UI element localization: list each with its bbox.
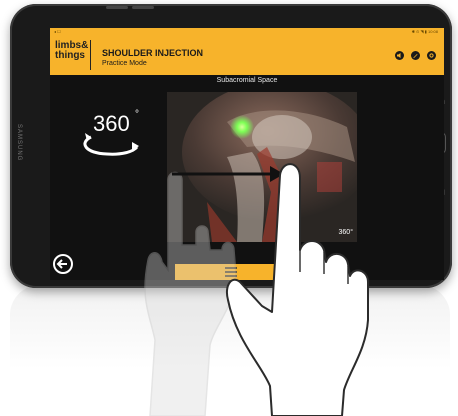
sound-icon[interactable] [395, 51, 404, 60]
header-divider [90, 40, 91, 70]
back-arrow-icon[interactable] [52, 253, 74, 275]
app-header: limbs& things SHOULDER INJECTION Practic… [50, 35, 444, 75]
section-title: Subacromial Space [216, 77, 278, 84]
settings-icon[interactable] [427, 51, 436, 60]
mode-label: Practice Mode [102, 60, 147, 67]
pen-icon[interactable] [411, 51, 420, 60]
rotate-badge: 360° [338, 229, 353, 236]
rotate-360-indicator: 360 ° [77, 109, 143, 157]
tablet-device: SAMSUNG ᑎ ▯ ◂ ☐ ✱ ⊙ ◥ ▮ 10:08 limbs& thi… [10, 4, 452, 288]
device-brand: SAMSUNG [16, 124, 22, 162]
rotate-arrows-icon [83, 133, 139, 156]
anatomy-3d-viewer[interactable]: 360° [167, 92, 357, 242]
brand-logo: limbs& things [55, 41, 88, 61]
status-bar: ◂ ☐ ✱ ⊙ ◥ ▮ 10:08 [50, 28, 444, 35]
logo-line-2: things [55, 50, 85, 61]
page-title: SHOULDER INJECTION [102, 48, 204, 58]
power-button [132, 6, 154, 9]
volume-button [106, 6, 128, 9]
table-reflection [10, 285, 450, 405]
list-menu-icon[interactable] [220, 265, 242, 279]
status-right: ✱ ⊙ ◥ ▮ 10:08 [411, 29, 438, 34]
shoulder-model-image [167, 92, 357, 242]
rotate-degree: ° [135, 109, 139, 120]
status-left: ◂ ☐ [54, 29, 61, 34]
bottom-toolbar [175, 264, 279, 280]
app-screen: ◂ ☐ ✱ ⊙ ◥ ▮ 10:08 limbs& things SHOULDER… [50, 28, 444, 280]
